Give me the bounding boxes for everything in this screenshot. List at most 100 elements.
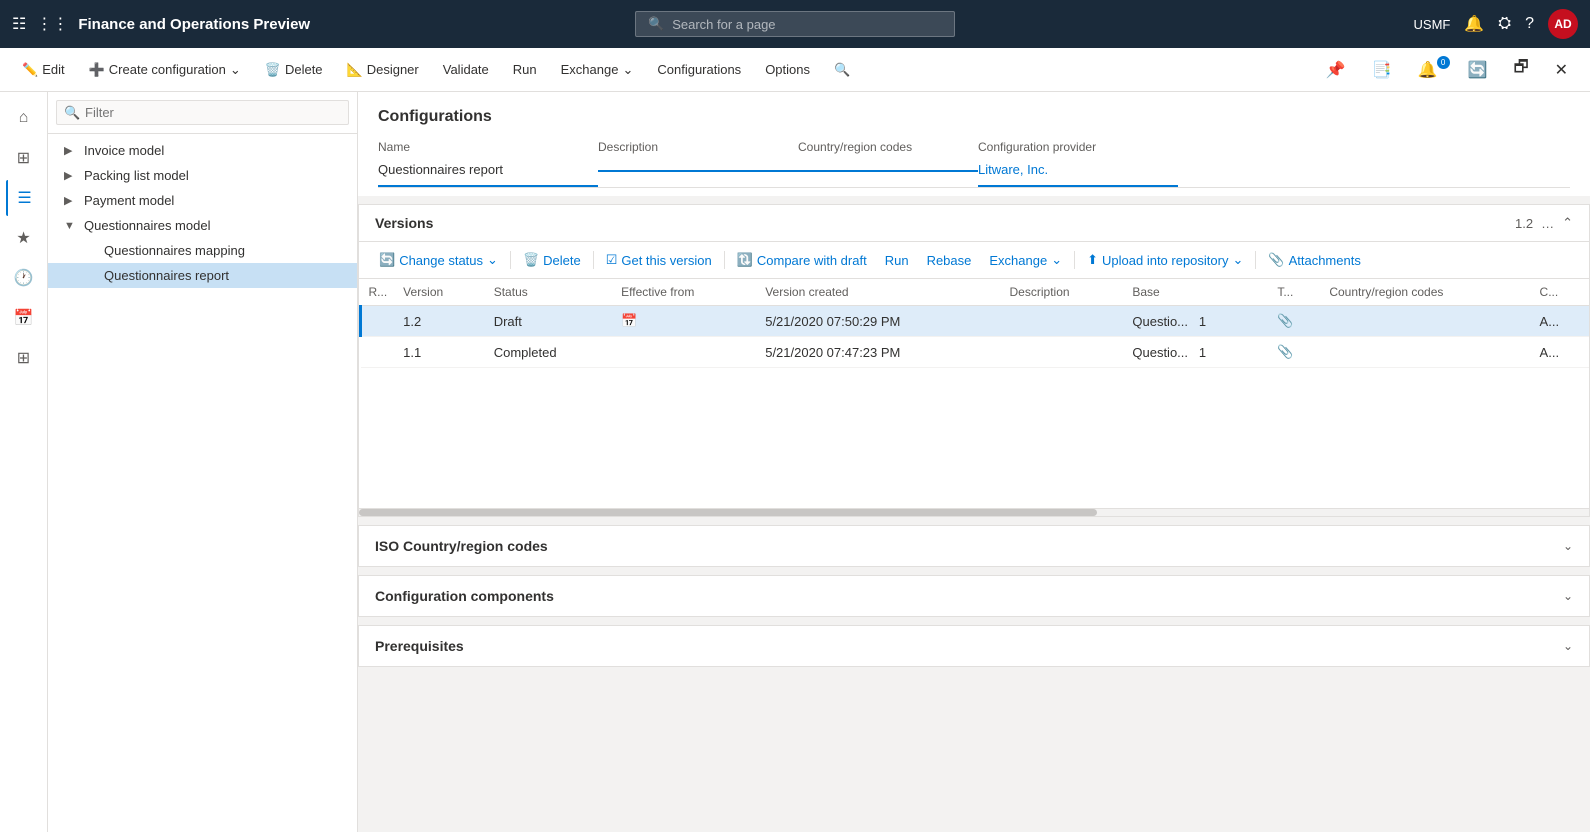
col-header-description: Description (1002, 279, 1125, 306)
col-header-status: Status (486, 279, 613, 306)
delete-icon: 🗑️ (265, 62, 281, 78)
versions-ellipsis[interactable]: … (1541, 216, 1554, 231)
tree-item-packing-list-model[interactable]: ▶ Packing list model (48, 163, 357, 188)
table-row[interactable]: 1.1 Completed 5/21/2020 07:47:23 PM Ques… (361, 337, 1590, 368)
versions-section: Versions 1.2 … ⌃ 🔄 Change status ⌄ 🗑️ De… (358, 204, 1590, 517)
bookmark-button[interactable]: 📑 (1362, 54, 1402, 86)
versions-exchange-button[interactable]: Exchange ⌄ (981, 248, 1070, 272)
plus-icon: ➕ (89, 62, 105, 78)
get-this-version-button[interactable]: ☑ Get this version (598, 248, 720, 272)
hamburger-icon[interactable]: ☷ (12, 14, 26, 34)
prerequisites-header[interactable]: Prerequisites ⌄ (359, 626, 1589, 666)
row-version: 1.1 (395, 337, 486, 368)
col-value-provider[interactable]: Litware, Inc. (978, 158, 1178, 187)
configurations-button[interactable]: Configurations (647, 56, 751, 83)
exchange-button[interactable]: Exchange ⌄ (551, 56, 644, 84)
row-version-created: 5/21/2020 07:47:23 PM (757, 337, 1001, 368)
search-cmd-icon: 🔍 (834, 62, 850, 78)
row-description (1002, 337, 1125, 368)
favorites-icon[interactable]: ★ (6, 220, 42, 256)
versions-collapse-icon[interactable]: ⌃ (1562, 215, 1573, 231)
tree-item-invoice-model[interactable]: ▶ Invoice model (48, 138, 357, 163)
grid-icon[interactable]: ⊞ (6, 340, 42, 376)
tree-item-label: Questionnaires report (104, 268, 229, 283)
tree-item-payment-model[interactable]: ▶ Payment model (48, 188, 357, 213)
iso-chevron-icon: ⌄ (1563, 539, 1573, 553)
tree-item-questionnaires-mapping[interactable]: Questionnaires mapping (48, 238, 357, 263)
row-indicator (361, 306, 396, 337)
tree-item-questionnaires-model[interactable]: ▼ Questionnaires model (48, 213, 357, 238)
home-icon[interactable]: ⌂ (6, 100, 42, 136)
calendar-icon[interactable]: 📅 (6, 300, 42, 336)
exchange-v-chevron: ⌄ (1051, 252, 1062, 268)
col-header-description: Description (598, 136, 798, 158)
refresh-button[interactable]: 🔄 (1458, 54, 1498, 86)
prerequisites-label: Prerequisites (375, 638, 464, 654)
exchange-chevron-icon: ⌄ (622, 62, 633, 78)
versions-toolbar: 🔄 Change status ⌄ 🗑️ Delete ☑ Get this v… (359, 242, 1589, 279)
close-button[interactable]: ✕ (1545, 54, 1578, 86)
tree-panel: 🔍 ▶ Invoice model ▶ Packing list model ▶… (48, 92, 358, 832)
search-button[interactable]: 🔍 (824, 56, 860, 84)
content-area: Configurations Name Questionnaires repor… (358, 92, 1590, 832)
col-header-version-created: Version created (757, 279, 1001, 306)
change-status-icon: 🔄 (379, 252, 395, 268)
search-box[interactable]: 🔍 (635, 11, 955, 37)
tree-filter-input[interactable] (56, 100, 349, 125)
delete-button[interactable]: 🗑️ Delete (255, 56, 333, 84)
notification-badge-button[interactable]: 🔔0 (1408, 54, 1452, 86)
iso-country-header[interactable]: ISO Country/region codes ⌄ (359, 526, 1589, 566)
upload-repository-button[interactable]: ⬆ Upload into repository ⌄ (1079, 248, 1251, 272)
versions-delete-icon: 🗑️ (523, 252, 539, 268)
compare-with-draft-button[interactable]: 🔃 Compare with draft (729, 248, 875, 272)
edit-button[interactable]: ✏️ Edit (12, 56, 75, 84)
search-icon: 🔍 (648, 16, 664, 32)
list-icon[interactable]: ☰ (6, 180, 42, 216)
recent-icon[interactable]: 🕐 (6, 260, 42, 296)
run-button[interactable]: Run (503, 56, 547, 83)
waffle-icon[interactable]: ⋮⋮ (36, 14, 68, 34)
designer-icon: 📐 (347, 62, 363, 78)
horizontal-scrollbar[interactable] (359, 508, 1589, 516)
versions-run-button[interactable]: Run (877, 249, 917, 272)
col-header-country: Country/region codes (798, 136, 978, 158)
row-t: 📎 (1269, 306, 1321, 337)
help-icon[interactable]: ? (1525, 15, 1534, 33)
settings-icon[interactable]: ⛭ (1498, 15, 1511, 33)
options-button[interactable]: Options (755, 56, 820, 83)
col-header-name: Name (378, 136, 598, 158)
change-status-chevron: ⌄ (487, 252, 498, 268)
versions-delete-button[interactable]: 🗑️ Delete (515, 248, 589, 272)
filter-icon[interactable]: ⊞ (6, 140, 42, 176)
col-header-provider: Configuration provider (978, 136, 1178, 158)
table-row[interactable]: 1.2 Draft 📅 5/21/2020 07:50:29 PM Questi… (361, 306, 1590, 337)
col-header-base: Base (1124, 279, 1269, 306)
tree-item-questionnaires-report[interactable]: Questionnaires report (48, 263, 357, 288)
open-new-button[interactable]: 🗗 (1504, 50, 1539, 89)
versions-title: Versions (375, 215, 433, 231)
avatar[interactable]: AD (1548, 9, 1578, 39)
upload-chevron: ⌄ (1232, 252, 1243, 268)
designer-button[interactable]: 📐 Designer (337, 56, 429, 84)
config-components-section: Configuration components ⌄ (358, 575, 1590, 617)
config-components-header[interactable]: Configuration components ⌄ (359, 576, 1589, 616)
row-status: Draft (486, 306, 613, 337)
col-header-t: T... (1269, 279, 1321, 306)
search-input[interactable] (672, 17, 942, 32)
row-version: 1.2 (395, 306, 486, 337)
col-header-effective-from: Effective from (613, 279, 757, 306)
pin-button[interactable]: 📌 (1316, 54, 1356, 86)
rebase-button[interactable]: Rebase (919, 249, 980, 272)
attachments-button[interactable]: 📎 Attachments (1260, 248, 1368, 272)
change-status-button[interactable]: 🔄 Change status ⌄ (371, 248, 506, 272)
row-indicator (361, 337, 396, 368)
create-configuration-button[interactable]: ➕ Create configuration ⌄ (79, 56, 251, 84)
notification-icon[interactable]: 🔔 (1464, 14, 1484, 34)
calendar-picker-icon[interactable]: 📅 (621, 313, 637, 329)
upload-icon: ⬆ (1087, 252, 1098, 268)
validate-button[interactable]: Validate (433, 56, 499, 83)
col-header-indicator: R... (361, 279, 396, 306)
icon-strip: ⌂ ⊞ ☰ ★ 🕐 📅 ⊞ (0, 92, 48, 832)
tree-items: ▶ Invoice model ▶ Packing list model ▶ P… (48, 134, 357, 832)
cmd-bar: ✏️ Edit ➕ Create configuration ⌄ 🗑️ Dele… (0, 48, 1590, 92)
